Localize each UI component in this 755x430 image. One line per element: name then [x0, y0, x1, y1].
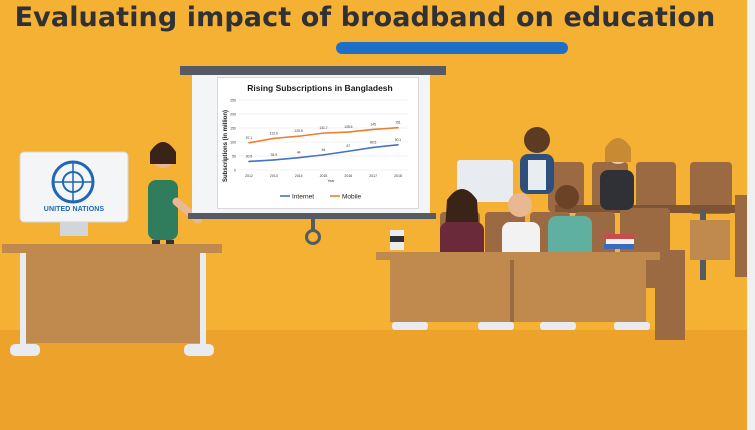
chart-point — [297, 156, 300, 159]
chart-x-tick-label: 2013 — [270, 174, 278, 178]
page-title: Evaluating impact of broadband on educat… — [14, 2, 716, 33]
chart-y-tick-label: 50 — [232, 155, 236, 159]
chart-point — [372, 146, 374, 149]
chart-point — [397, 143, 399, 146]
chart-y-tick-label: 150 — [230, 127, 236, 131]
chart-data-label: 151 — [395, 121, 401, 125]
chart-x-tick-label: 2012 — [245, 174, 253, 178]
chart-point — [273, 137, 275, 140]
chart-point — [372, 128, 374, 131]
chart-y-tick-label: 100 — [230, 141, 236, 145]
chart-point — [248, 160, 250, 163]
title-underline — [336, 42, 568, 54]
chart-x-tick-label: 2014 — [295, 174, 303, 178]
chart-title: Rising Subscriptions in Bangladesh — [247, 83, 392, 93]
chart-x-tick-label: 2016 — [344, 174, 352, 178]
chart-data-label: 131.7 — [319, 126, 327, 130]
scene: UNITED NATIONS Evaluating impact of broa… — [0, 0, 755, 430]
chart-y-tick-label: 250 — [230, 99, 236, 103]
chart-data-label: 80.5 — [370, 140, 377, 144]
chart-point — [322, 132, 325, 134]
chart-data-label: 135.6 — [344, 125, 352, 129]
chart-data-label: 30.5 — [246, 154, 253, 158]
chart-point — [322, 154, 325, 156]
chart-panel: Rising Subscriptions in Bangladesh Subsc… — [217, 77, 419, 209]
chart-data-label: 90.1 — [395, 138, 402, 142]
chart-data-label: 67 — [346, 144, 350, 148]
chart-point — [297, 135, 300, 138]
chart-point — [248, 142, 250, 144]
chart-data-label: 120.6 — [295, 129, 303, 133]
chart-x-tick-label: 2017 — [369, 174, 377, 178]
chart-legend-label: Internet — [292, 194, 314, 201]
subscriptions-line-chart: Rising Subscriptions in Bangladesh Subsc… — [223, 83, 408, 201]
chart-data-label: 112.9 — [270, 131, 278, 135]
chart-point — [347, 131, 350, 133]
chart-y-tick-label: 0 — [234, 169, 236, 173]
chart-x-tick-label: 2018 — [394, 174, 402, 178]
un-logo-label: UNITED NATIONS — [43, 206, 105, 213]
chart-data-label: 97.1 — [246, 136, 253, 140]
board-top-rail — [180, 66, 446, 75]
chart-x-tick-label: 2015 — [320, 174, 328, 178]
chart-data-label: 44 — [297, 151, 301, 155]
chart-legend-label: Mobile — [342, 194, 362, 201]
chart-y-tick-label: 200 — [230, 113, 236, 117]
board-knob — [305, 229, 321, 245]
chart-point — [273, 159, 275, 161]
chart-data-label: 54 — [322, 148, 326, 152]
chart-x-axis-label: Year — [327, 179, 335, 183]
chart-y-axis-label: Subscriptions (in million) — [223, 110, 229, 182]
frame-edge — [747, 0, 755, 430]
chart-data-label: 35.9 — [271, 153, 278, 157]
chart-point — [347, 150, 350, 153]
chart-data-label: 145 — [370, 122, 376, 126]
chart-point — [397, 126, 399, 129]
